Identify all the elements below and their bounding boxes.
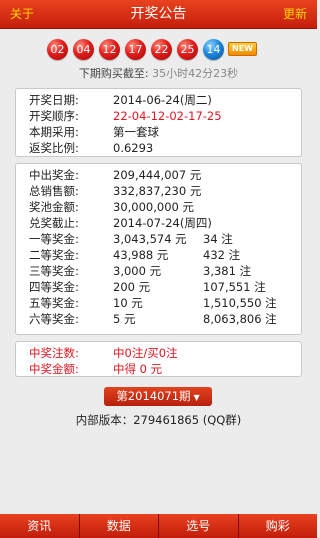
- red-ball-5: 22: [151, 38, 172, 60]
- draw-order-row: 开奖顺序: 22-04-12-02-17-25: [29, 108, 301, 124]
- deadline-row: 兑奖截止: 2014-07-24(周四): [29, 215, 301, 231]
- period-selector-button[interactable]: 第2014071期 ▼: [104, 387, 212, 406]
- draw-order-value: 22-04-12-02-17-25: [113, 109, 222, 123]
- deadline-value: 2014-07-24(周四): [113, 216, 212, 230]
- blue-ball: 14: [203, 38, 224, 60]
- sales-value: 332,837,230 元: [113, 184, 202, 198]
- winning-numbers: 02 04 12 17 22 25 14 NEW: [47, 38, 257, 60]
- draw-date-row: 开奖日期: 2014-06-24(周二): [29, 92, 301, 108]
- version-info: 内部版本：279461865 (QQ群): [75, 413, 242, 427]
- winning-count-value: 中0注/买0注: [113, 346, 178, 360]
- caret-down-icon: ▼: [193, 393, 200, 402]
- pool-label: 奖池金额:: [29, 200, 79, 214]
- tier-label: 六等奖金:: [29, 312, 79, 326]
- new-badge: NEW: [228, 42, 257, 56]
- draw-info-panel: 开奖日期: 2014-06-24(周二) 开奖顺序: 22-04-12-02-1…: [15, 88, 302, 157]
- prize-tier-row: 五等奖金: 10 元 1,510,550 注: [29, 295, 301, 311]
- return-ratio-value: 0.6293: [113, 141, 154, 155]
- pool-value: 30,000,000 元: [113, 200, 194, 214]
- red-ball-3: 12: [99, 38, 120, 60]
- tier-amount: 3,000 元: [113, 264, 162, 278]
- tier-label: 二等奖金:: [29, 248, 79, 262]
- red-ball-1: 02: [47, 38, 68, 60]
- tier-count: 34 注: [203, 232, 233, 246]
- tier-label: 五等奖金:: [29, 296, 79, 310]
- tab-pick-numbers[interactable]: 选号: [159, 514, 238, 538]
- ball-set-label: 本期采用:: [29, 125, 79, 139]
- payout-value: 209,444,007 元: [113, 168, 202, 182]
- return-ratio-row: 返奖比例: 0.6293: [29, 140, 301, 156]
- tier-label: 一等奖金:: [29, 232, 79, 246]
- user-result-panel: 中奖注数: 中0注/买0注 中奖金额: 中得 0 元: [15, 341, 302, 377]
- tier-amount: 10 元: [113, 296, 143, 310]
- sales-row: 总销售额: 332,837,230 元: [29, 183, 301, 199]
- tab-buy-lottery[interactable]: 购彩: [238, 514, 317, 538]
- red-ball-2: 04: [73, 38, 94, 60]
- tier-label: 四等奖金:: [29, 280, 79, 294]
- tab-data[interactable]: 数据: [79, 514, 158, 538]
- countdown-time: 35小时42分23秒: [152, 67, 239, 80]
- prize-tier-row: 三等奖金: 3,000 元 3,381 注: [29, 263, 301, 279]
- top-bar: 关于 开奖公告 更新: [0, 0, 317, 29]
- pool-row: 奖池金额: 30,000,000 元: [29, 199, 301, 215]
- tier-count: 432 注: [203, 248, 241, 262]
- update-button[interactable]: 更新: [283, 0, 307, 28]
- tier-count: 3,381 注: [203, 264, 252, 278]
- deadline-label: 兑奖截止:: [29, 216, 79, 230]
- draw-date-label: 开奖日期:: [29, 93, 79, 107]
- tier-amount: 5 元: [113, 312, 136, 326]
- next-draw-countdown: 下期购买截至: 35小时42分23秒: [0, 65, 317, 81]
- tier-amount: 43,988 元: [113, 248, 169, 262]
- red-ball-6: 25: [177, 38, 198, 60]
- prize-tier-row: 二等奖金: 43,988 元 432 注: [29, 247, 301, 263]
- prize-tier-row: 一等奖金: 3,043,574 元 34 注: [29, 231, 301, 247]
- tier-count: 107,551 注: [203, 280, 266, 294]
- winning-count-label: 中奖注数:: [29, 346, 79, 360]
- prize-tier-row: 六等奖金: 5 元 8,063,806 注: [29, 311, 301, 327]
- period-selector-label: 第2014071期: [116, 389, 191, 403]
- prize-info-panel: 中出奖金: 209,444,007 元 总销售额: 332,837,230 元 …: [15, 163, 302, 335]
- tab-news[interactable]: 资讯: [0, 514, 79, 538]
- tier-label: 三等奖金:: [29, 264, 79, 278]
- tier-amount: 3,043,574 元: [113, 232, 187, 246]
- winning-amount-row: 中奖金额: 中得 0 元: [29, 361, 301, 377]
- page-title: 开奖公告: [130, 6, 187, 22]
- tier-amount: 200 元: [113, 280, 151, 294]
- return-ratio-label: 返奖比例:: [29, 141, 79, 155]
- countdown-label: 下期购买截至:: [78, 67, 149, 80]
- draw-order-label: 开奖顺序:: [29, 109, 79, 123]
- bottom-tab-bar: 资讯 数据 选号 购彩: [0, 514, 317, 538]
- winning-amount-label: 中奖金额:: [29, 362, 79, 376]
- red-ball-4: 17: [125, 38, 146, 60]
- draw-date-value: 2014-06-24(周二): [113, 93, 212, 107]
- ball-set-value: 第一套球: [113, 125, 159, 139]
- sales-label: 总销售额:: [29, 184, 79, 198]
- payout-row: 中出奖金: 209,444,007 元: [29, 167, 301, 183]
- tier-count: 8,063,806 注: [203, 312, 277, 326]
- winning-count-row: 中奖注数: 中0注/买0注: [29, 345, 301, 361]
- payout-label: 中出奖金:: [29, 168, 79, 182]
- ball-set-row: 本期采用: 第一套球: [29, 124, 301, 140]
- tier-count: 1,510,550 注: [203, 296, 277, 310]
- prize-tier-row: 四等奖金: 200 元 107,551 注: [29, 279, 301, 295]
- winning-amount-value: 中得 0 元: [113, 362, 163, 376]
